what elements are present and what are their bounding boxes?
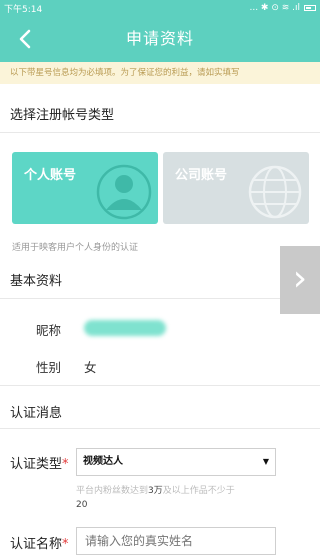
globe-icon (248, 165, 302, 219)
account-type-title: 选择注册帐号类型 (10, 108, 115, 123)
divider (0, 385, 320, 386)
auth-name-label-text: 认证名称 (10, 537, 63, 552)
required-notice: 以下带星号信息均为必填项。为了保证您的利益，请如实填写 (0, 62, 320, 84)
auth-type-label: 认证类型* (10, 453, 69, 472)
nav-bar: 申请资料 (0, 16, 320, 62)
auth-info-title: 认证消息 (10, 406, 63, 421)
auth-hint-part2: 及以上作品不少于 (162, 486, 235, 496)
auth-name-label: 认证名称* (10, 533, 69, 552)
next-chevron-icon[interactable]: › (280, 246, 320, 314)
gender-label: 性别 (36, 360, 62, 375)
status-time: 下午5:14 (4, 4, 43, 15)
status-bar: 下午5:14 ... ✱ ⊙ ≋ .ıl (0, 0, 320, 16)
company-account-label: 公司账号 (175, 168, 228, 183)
personal-account-card[interactable]: 个人账号 (12, 152, 158, 224)
page-title: 申请资料 (125, 29, 194, 48)
auth-hint-part1: 平台内粉丝数达到 (76, 486, 149, 496)
required-mark: * (62, 537, 69, 552)
dropdown-caret-icon: ▼ (262, 457, 269, 466)
account-type-hint: 适用于映客用户个人身份的认证 (12, 243, 139, 253)
battery-icon (304, 5, 316, 11)
gender-value: 女 (84, 360, 97, 375)
personal-account-label: 个人账号 (24, 168, 77, 183)
status-icons: ... ✱ ⊙ ≋ .ıl (249, 3, 316, 13)
auth-type-label-text: 认证类型 (10, 457, 63, 472)
user-avatar-icon (96, 164, 152, 220)
company-account-card[interactable]: 公司账号 (163, 152, 309, 224)
auth-name-input[interactable] (76, 527, 276, 555)
divider (0, 132, 320, 133)
basic-info-title: 基本资料 (10, 274, 63, 289)
divider (0, 428, 320, 429)
status-icons-text: ... ✱ ⊙ ≋ .ıl (249, 3, 300, 13)
nickname-label: 昵称 (36, 323, 62, 338)
divider (0, 298, 320, 299)
auth-type-select[interactable]: 视频达人 ▼ (76, 448, 276, 476)
auth-type-hint: 平台内粉丝数达到3万及以上作品不少于 20 (76, 484, 276, 512)
required-mark: * (62, 457, 69, 472)
auth-type-value: 视频达人 (83, 456, 123, 467)
auth-hint-strong: 3万 (148, 486, 163, 496)
nickname-value-obscured (84, 320, 166, 336)
auth-hint-num: 20 (76, 500, 88, 510)
